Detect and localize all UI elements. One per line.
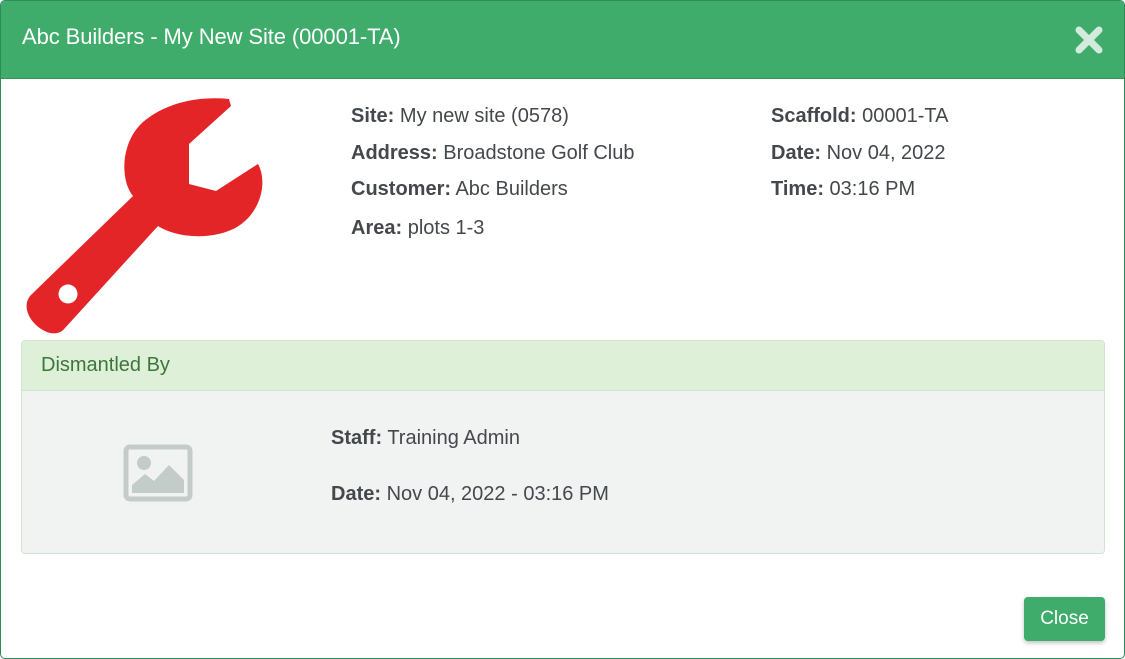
- date-field: Date: Nov 04, 2022: [771, 142, 946, 164]
- staff-field: Staff: Training Admin: [331, 427, 520, 449]
- scaffold-field: Scaffold: 00001-TA: [771, 105, 949, 127]
- image-placeholder-icon: [123, 444, 193, 502]
- wrench-icon: [26, 98, 263, 334]
- customer-field: Customer: Abc Builders: [351, 178, 568, 200]
- modal-title: Abc Builders - My New Site (00001-TA): [22, 24, 401, 49]
- panel-heading: Dismantled By: [22, 341, 1104, 391]
- close-button[interactable]: Close: [1024, 597, 1105, 641]
- scaffold-details-modal: Abc Builders - My New Site (00001-TA) Si…: [0, 0, 1125, 659]
- address-field: Address: Broadstone Golf Club: [351, 142, 635, 164]
- close-x-icon[interactable]: [1074, 25, 1104, 55]
- area-field: Area: plots 1-3: [351, 217, 485, 239]
- dismantled-by-panel: Dismantled By Staff: Training Admin Date…: [21, 340, 1105, 554]
- modal-header: Abc Builders - My New Site (00001-TA): [1, 1, 1124, 79]
- dismantled-date-field: Date: Nov 04, 2022 - 03:16 PM: [331, 483, 609, 505]
- time-field: Time: 03:16 PM: [771, 178, 916, 200]
- site-field: Site: My new site (0578): [351, 105, 569, 127]
- panel-title: Dismantled By: [41, 354, 170, 376]
